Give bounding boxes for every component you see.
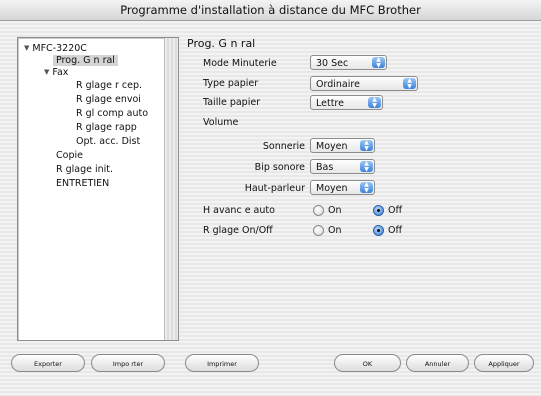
haut-parleur-value: Moyen <box>316 183 348 194</box>
taille-papier-popup[interactable]: Lettre ▲ ▼ <box>310 95 383 110</box>
settings-tree[interactable]: ▼ MFC-3220C Prog. G n ral ▼ Fax R glage r … <box>17 37 179 341</box>
bip-sonore-value: Bas <box>316 162 334 173</box>
bip-sonore-popup[interactable]: Bas ▲ ▼ <box>310 159 375 174</box>
haut-parleur-label: Haut-parleur <box>244 183 305 194</box>
disclosure-triangle-icon[interactable]: ▼ <box>44 68 49 76</box>
print-button[interactable]: Imprimer <box>185 354 259 372</box>
tree-item-prog-general[interactable]: Prog. G n ral <box>53 55 118 66</box>
sonnerie-label: Sonnerie <box>262 141 305 152</box>
h-avance-auto-on-radio[interactable] <box>313 205 324 216</box>
popup-arrows-icon: ▲ ▼ <box>403 78 416 89</box>
haut-parleur-popup[interactable]: Moyen ▲ ▼ <box>310 180 375 195</box>
reglage-onoff-off-radio[interactable] <box>373 225 384 236</box>
type-papier-popup[interactable]: Ordinaire ▲ ▼ <box>310 76 418 91</box>
h-avance-auto-on-label[interactable]: On <box>328 205 342 216</box>
tree-item-regl-comp-auto[interactable]: R gl comp auto <box>76 108 148 119</box>
popup-arrows-icon: ▲ ▼ <box>372 57 385 68</box>
tree-item-entretien[interactable]: ENTRETIEN <box>56 178 109 189</box>
mode-minuterie-value: 30 Sec <box>316 58 349 69</box>
panel-title: Prog. G n ral <box>187 37 256 50</box>
sonnerie-popup[interactable]: Moyen ▲ ▼ <box>310 138 375 153</box>
window-title: Programme d'installation à distance du M… <box>0 0 541 21</box>
popup-arrows-icon: ▲ ▼ <box>360 140 373 151</box>
popup-arrows-icon: ▲ ▼ <box>360 161 373 172</box>
reglage-onoff-label: R glage On/Off <box>203 225 273 236</box>
tree-item-reglage-rapp[interactable]: R glage rapp <box>76 122 137 133</box>
h-avance-auto-off-label[interactable]: Off <box>388 205 402 216</box>
tree-node-fax[interactable]: ▼ Fax <box>44 67 68 78</box>
cancel-button[interactable]: Annuler <box>406 354 469 372</box>
sonnerie-value: Moyen <box>316 141 348 152</box>
h-avance-auto-off-radio[interactable] <box>373 205 384 216</box>
tree-item-reglage-init[interactable]: R glage init. <box>56 164 113 175</box>
import-button[interactable]: Impo rter <box>91 354 165 372</box>
type-papier-label: Type papier <box>203 78 259 89</box>
disclosure-triangle-icon[interactable]: ▼ <box>24 44 29 52</box>
tree-node-root[interactable]: ▼ MFC-3220C <box>24 43 87 54</box>
popup-arrows-icon: ▲ ▼ <box>368 97 381 108</box>
taille-papier-value: Lettre <box>316 98 344 109</box>
h-avance-auto-label: H avanc e auto <box>203 205 275 216</box>
type-papier-value: Ordinaire <box>316 79 360 90</box>
popup-arrows-icon: ▲ ▼ <box>360 182 373 193</box>
bip-sonore-label: Bip sonore <box>254 162 305 173</box>
taille-papier-label: Taille papier <box>203 97 261 108</box>
tree-item-opt-acc-dist[interactable]: Opt. acc. Dist <box>76 136 140 147</box>
apply-button[interactable]: Appliquer <box>474 354 534 372</box>
export-button[interactable]: Exporter <box>11 354 85 372</box>
tree-item-reglage-recep[interactable]: R glage r cep. <box>76 80 142 91</box>
tree-node-label: Fax <box>52 67 69 78</box>
mode-minuterie-popup[interactable]: 30 Sec ▲ ▼ <box>310 55 387 70</box>
tree-item-reglage-envoi[interactable]: R glage envoi <box>76 94 141 105</box>
tree-item-copie[interactable]: Copie <box>56 150 83 161</box>
reglage-onoff-on-label[interactable]: On <box>328 225 342 236</box>
main-content: ▼ MFC-3220C Prog. G n ral ▼ Fax R glage r … <box>0 21 541 396</box>
reglage-onoff-off-label[interactable]: Off <box>388 225 402 236</box>
tree-node-label: MFC-3220C <box>32 43 87 54</box>
ok-button[interactable]: OK <box>334 354 401 372</box>
volume-label: Volume <box>203 117 239 128</box>
mode-minuterie-label: Mode Minuterie <box>203 58 277 69</box>
tree-scrollbar[interactable] <box>164 38 178 340</box>
reglage-onoff-on-radio[interactable] <box>313 225 324 236</box>
